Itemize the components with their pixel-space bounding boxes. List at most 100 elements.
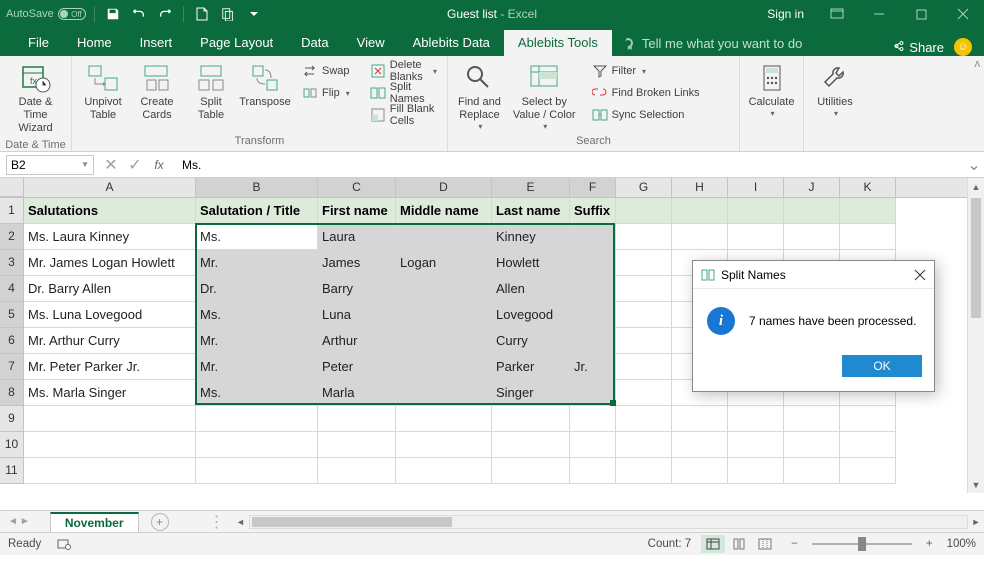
view-page-layout-icon[interactable] <box>727 535 751 553</box>
cell[interactable] <box>318 406 396 432</box>
ribbon-options-icon[interactable] <box>816 0 858 28</box>
cell[interactable]: Salutations <box>24 198 196 224</box>
tab-insert[interactable]: Insert <box>126 30 187 56</box>
cell[interactable] <box>784 198 840 224</box>
cell[interactable] <box>840 224 896 250</box>
row-header-3[interactable]: 3 <box>0 250 24 276</box>
cell[interactable]: Ms. <box>196 380 318 406</box>
cell[interactable] <box>570 406 616 432</box>
col-header-I[interactable]: I <box>728 178 784 197</box>
cell[interactable]: Ms. Laura Kinney <box>24 224 196 250</box>
maximize-icon[interactable] <box>900 0 942 28</box>
swap-button[interactable]: Swap <box>298 60 354 82</box>
cell[interactable]: Arthur <box>318 328 396 354</box>
cell[interactable] <box>616 380 672 406</box>
cell[interactable] <box>616 276 672 302</box>
cell[interactable]: Ms. Luna Lovegood <box>24 302 196 328</box>
hscroll-split-handle[interactable]: ⋮ <box>209 512 225 532</box>
select-all-corner[interactable] <box>0 178 24 197</box>
cell[interactable] <box>570 224 616 250</box>
col-header-K[interactable]: K <box>840 178 896 197</box>
cell[interactable] <box>840 432 896 458</box>
cell[interactable] <box>616 250 672 276</box>
sync-selection-button[interactable]: Sync Selection <box>588 104 704 126</box>
cell[interactable] <box>570 302 616 328</box>
expand-formula-bar-icon[interactable]: ⌄ <box>964 155 984 175</box>
cell[interactable] <box>396 406 492 432</box>
cell[interactable] <box>616 328 672 354</box>
cell[interactable]: Curry <box>492 328 570 354</box>
cell[interactable]: Mr. Peter Parker Jr. <box>24 354 196 380</box>
cell[interactable] <box>24 406 196 432</box>
cell[interactable]: James <box>318 250 396 276</box>
cancel-formula-icon[interactable]: ✕ <box>102 155 120 175</box>
cell[interactable] <box>784 432 840 458</box>
cell[interactable] <box>616 458 672 484</box>
scroll-up-icon[interactable]: ▲ <box>968 178 984 195</box>
view-page-break-icon[interactable] <box>753 535 777 553</box>
zoom-in-button[interactable]: + <box>922 538 937 550</box>
formula-input[interactable]: Ms. <box>176 158 964 172</box>
macro-record-icon[interactable] <box>57 538 71 550</box>
create-cards-button[interactable]: Create Cards <box>132 60 182 124</box>
ok-button[interactable]: OK <box>842 355 922 377</box>
cell[interactable] <box>196 458 318 484</box>
cell[interactable]: Dr. Barry Allen <box>24 276 196 302</box>
save-icon[interactable] <box>103 3 123 25</box>
hscroll-left-icon[interactable]: ◄ <box>233 517 249 527</box>
find-replace-button[interactable]: Find and Replace ▾ <box>454 60 505 133</box>
tab-page-layout[interactable]: Page Layout <box>186 30 287 56</box>
scroll-down-icon[interactable]: ▼ <box>968 476 984 493</box>
vscroll-thumb[interactable] <box>971 198 981 318</box>
row-header-9[interactable]: 9 <box>0 406 24 432</box>
cell[interactable]: Luna <box>318 302 396 328</box>
col-header-H[interactable]: H <box>672 178 728 197</box>
sheet-tab-active[interactable]: November <box>50 512 139 532</box>
cell[interactable] <box>24 458 196 484</box>
cell[interactable]: Laura <box>318 224 396 250</box>
calculate-button[interactable]: Calculate ▾ <box>746 60 797 120</box>
delete-blanks-button[interactable]: Delete Blanks▾ <box>366 60 441 82</box>
col-header-C[interactable]: C <box>318 178 396 197</box>
cell[interactable]: Mr. <box>196 328 318 354</box>
sheet-nav-next-icon[interactable]: ► <box>20 516 30 527</box>
cell[interactable] <box>728 224 784 250</box>
row-header-5[interactable]: 5 <box>0 302 24 328</box>
split-table-button[interactable]: Split Table <box>186 60 236 124</box>
cell[interactable] <box>840 458 896 484</box>
cell[interactable]: Marla <box>318 380 396 406</box>
cell[interactable] <box>196 406 318 432</box>
cell[interactable]: Salutation / Title <box>196 198 318 224</box>
tab-home[interactable]: Home <box>63 30 126 56</box>
cell[interactable] <box>570 250 616 276</box>
view-normal-icon[interactable] <box>701 535 725 553</box>
feedback-smile-icon[interactable]: ☺ <box>954 38 972 56</box>
cell[interactable] <box>784 406 840 432</box>
cell[interactable]: Mr. <box>196 250 318 276</box>
minimize-icon[interactable] <box>858 0 900 28</box>
cell[interactable]: Jr. <box>570 354 616 380</box>
zoom-out-button[interactable]: − <box>787 538 802 550</box>
col-header-D[interactable]: D <box>396 178 492 197</box>
customize-qat-icon[interactable] <box>244 3 264 25</box>
share-button[interactable]: Share <box>891 40 944 55</box>
col-header-B[interactable]: B <box>196 178 318 197</box>
tab-file[interactable]: File <box>14 30 63 56</box>
name-box-dropdown-icon[interactable]: ▼ <box>81 160 89 169</box>
redo-icon[interactable] <box>155 3 175 25</box>
cell[interactable] <box>396 458 492 484</box>
tab-ablebits-tools[interactable]: Ablebits Tools <box>504 30 612 56</box>
cell[interactable] <box>616 198 672 224</box>
cell[interactable]: Mr. Arthur Curry <box>24 328 196 354</box>
filter-button[interactable]: Filter▾ <box>588 60 704 82</box>
cell[interactable] <box>492 432 570 458</box>
cell[interactable] <box>396 328 492 354</box>
cell[interactable]: Logan <box>396 250 492 276</box>
flip-button[interactable]: Flip▾ <box>298 82 354 104</box>
cell[interactable] <box>570 432 616 458</box>
split-names-button[interactable]: Split Names <box>366 82 441 104</box>
cell[interactable]: Dr. <box>196 276 318 302</box>
cell[interactable] <box>672 224 728 250</box>
cell[interactable] <box>672 198 728 224</box>
hscroll-thumb[interactable] <box>252 517 452 527</box>
